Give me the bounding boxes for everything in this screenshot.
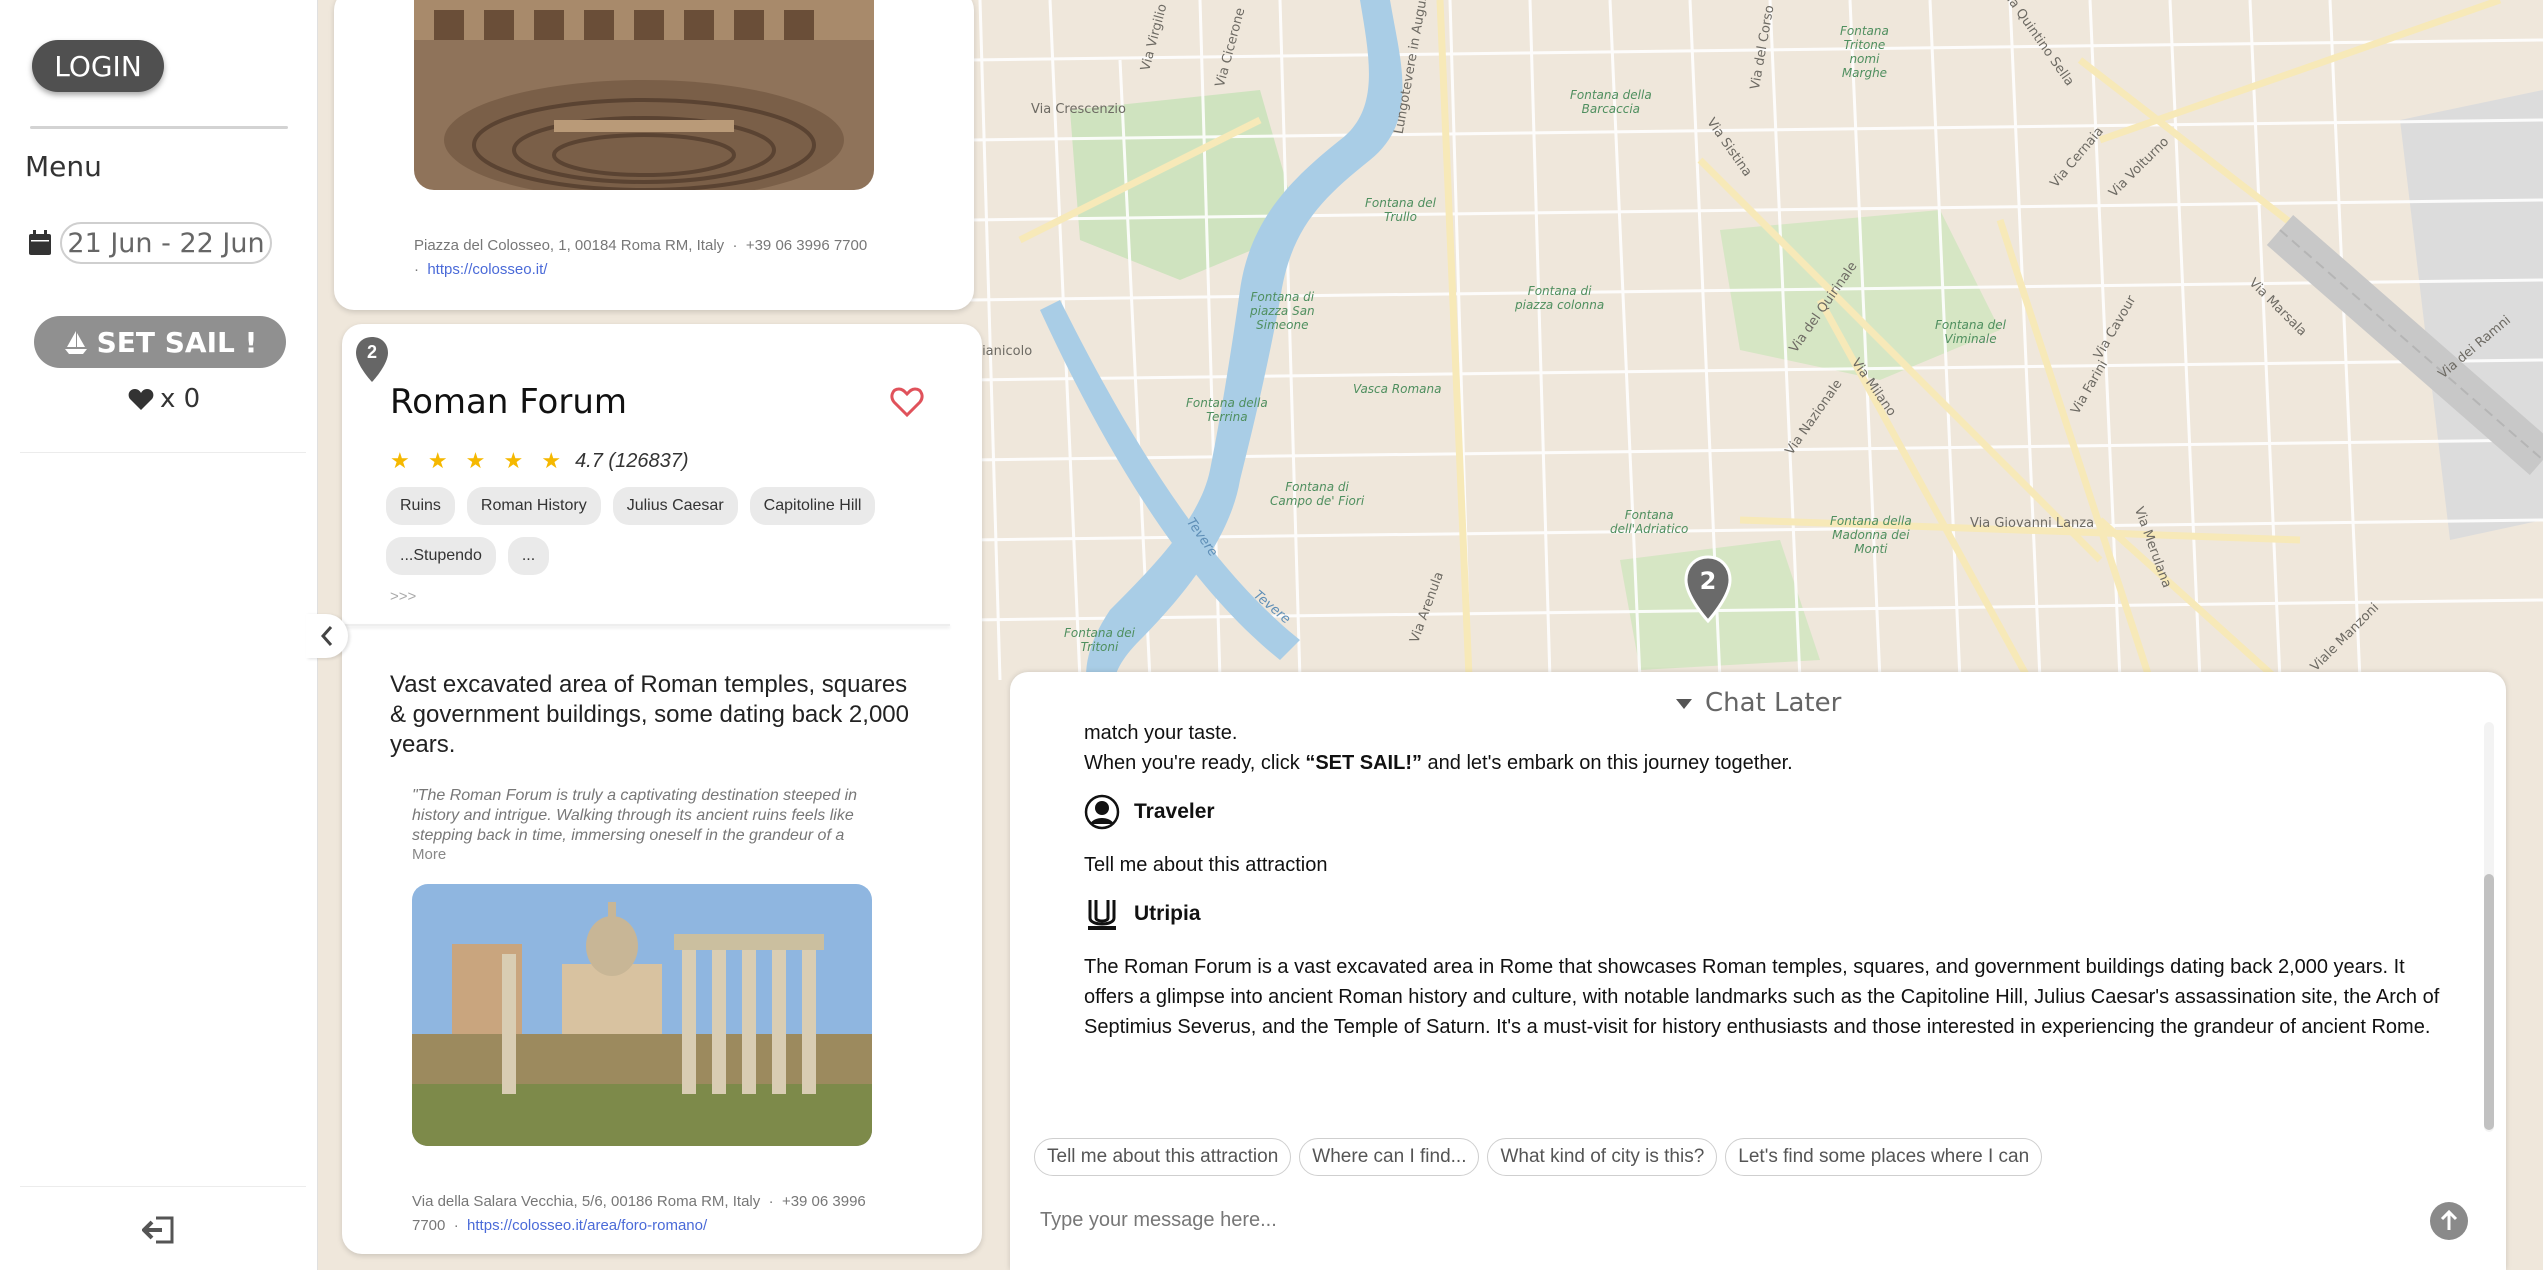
card-divider [342, 624, 950, 626]
attraction-photo [412, 884, 872, 1146]
traveler-avatar-icon [1084, 794, 1120, 830]
map-marker-number: 2 [1699, 567, 1717, 595]
more-tags-button[interactable]: ... [507, 537, 550, 575]
tag-list: Ruins Roman History Julius Caesar Capito… [386, 487, 946, 575]
review-more-link[interactable]: More [412, 846, 446, 863]
collapse-panel-button[interactable] [306, 614, 348, 658]
sender-name: Utripia [1134, 902, 1201, 925]
calendar-icon [29, 230, 51, 255]
logout-icon[interactable] [142, 1216, 176, 1244]
attraction-address: Piazza del Colosseo, 1, 00184 Roma RM, I… [414, 237, 725, 254]
message-sender: Traveler [1084, 794, 2444, 830]
intro-text-part: When you're ready, click [1084, 752, 1306, 774]
chat-scrollbar[interactable] [2484, 874, 2494, 1130]
attraction-card-colosseum[interactable]: Piazza del Colosseo, 1, 00184 Roma RM, I… [334, 0, 974, 310]
attraction-photo [414, 0, 874, 190]
chat-toggle[interactable]: Chat Later [1010, 688, 2506, 718]
chevron-left-icon [320, 626, 333, 646]
rating-value: 4.7 (126837) [575, 449, 689, 472]
send-button[interactable] [2430, 1202, 2468, 1240]
chat-messages: match your taste. When you're ready, cli… [1084, 718, 2444, 1188]
arrow-up-icon [2440, 1210, 2458, 1230]
sidebar: LOGIN Menu 21 Jun - 22 Jun SET SAIL ! x … [0, 0, 318, 1270]
attraction-title: Roman Forum [390, 382, 628, 422]
favorites-counter[interactable]: x 0 [128, 384, 200, 414]
tag-chip[interactable]: Julius Caesar [612, 487, 738, 525]
suggestion-list: Tell me about this attraction Where can … [1034, 1138, 2043, 1176]
suggestion-chip[interactable]: Where can I find... [1299, 1138, 1480, 1176]
sidebar-divider [30, 126, 288, 129]
attraction-address: Via della Salara Vecchia, 5/6, 00186 Rom… [412, 1193, 761, 1210]
map-marker[interactable]: 2 [1683, 555, 1733, 625]
sail-icon [64, 331, 87, 354]
chat-panel: Chat Later match your taste. When you're… [1010, 672, 2506, 1270]
card-pin: 2 [354, 336, 390, 384]
intro-text: match your taste. [1084, 722, 1238, 744]
attraction-phone: +39 06 3996 7700 [745, 237, 868, 254]
suggestion-chip[interactable]: What kind of city is this? [1487, 1138, 1718, 1176]
suggestion-chip[interactable]: Let's find some places where I can [1725, 1138, 2043, 1176]
attraction-website-link[interactable]: https://colosseo.it/area/foro-romano/ [467, 1217, 707, 1234]
intro-text: When you're ready, click “SET SAIL!” and… [1084, 748, 2444, 778]
tag-chip[interactable]: Ruins [386, 487, 455, 525]
card-pin-number: 2 [366, 342, 377, 362]
tag-chip[interactable]: ...Stupendo [386, 537, 496, 575]
chat-message-input[interactable] [1040, 1198, 2390, 1242]
attractions-panel: Piazza del Colosseo, 1, 00184 Roma RM, I… [320, 0, 988, 1270]
set-sail-label: SET SAIL ! [96, 325, 258, 359]
login-button[interactable]: LOGIN [32, 40, 164, 92]
itinerary-area [20, 452, 306, 1187]
tag-chip[interactable]: Capitoline Hill [749, 487, 876, 525]
intro-text-part: and let's embark on this journey togethe… [1427, 752, 1793, 774]
user-message: Tell me about this attraction [1084, 854, 1328, 876]
bot-message: The Roman Forum is a vast excavated area… [1084, 956, 2440, 1038]
expand-link[interactable]: >>> [390, 588, 416, 605]
attraction-description: Vast excavated area of Roman temples, sq… [390, 671, 909, 758]
set-sail-button[interactable]: SET SAIL ! [34, 316, 286, 368]
menu-title: Menu [25, 150, 102, 183]
attraction-contact: Piazza del Colosseo, 1, 00184 Roma RM, I… [414, 237, 868, 278]
chat-header-label: Chat Later [1704, 688, 1842, 718]
sender-name: Traveler [1134, 800, 1215, 823]
suggestion-chip[interactable]: Tell me about this attraction [1034, 1138, 1292, 1176]
rating-stars: ★ ★ ★ ★ ★ [390, 448, 568, 473]
caret-down-icon [1675, 698, 1692, 709]
tag-chip[interactable]: Roman History [466, 487, 601, 525]
attraction-contact: Via della Salara Vecchia, 5/6, 00186 Rom… [412, 1193, 866, 1234]
rating: ★ ★ ★ ★ ★ 4.7 (126837) [390, 448, 688, 474]
intro-text-bold: “SET SAIL!” [1305, 752, 1422, 774]
attraction-card-roman-forum[interactable]: 2 Roman Forum ★ ★ ★ ★ ★ 4.7 (126837) Rui… [342, 324, 982, 1254]
heart-icon [128, 389, 154, 410]
review-quote: "The Roman Forum is truly a captivating … [412, 787, 858, 844]
message-sender: Utripia [1084, 896, 2444, 932]
date-range-picker[interactable]: 21 Jun - 22 Jun [60, 222, 272, 264]
favorite-heart-icon[interactable] [890, 386, 924, 418]
utripia-logo-icon [1088, 900, 1116, 930]
attraction-website-link[interactable]: https://colosseo.it/ [427, 261, 547, 278]
favorites-count-label: x 0 [160, 384, 201, 414]
